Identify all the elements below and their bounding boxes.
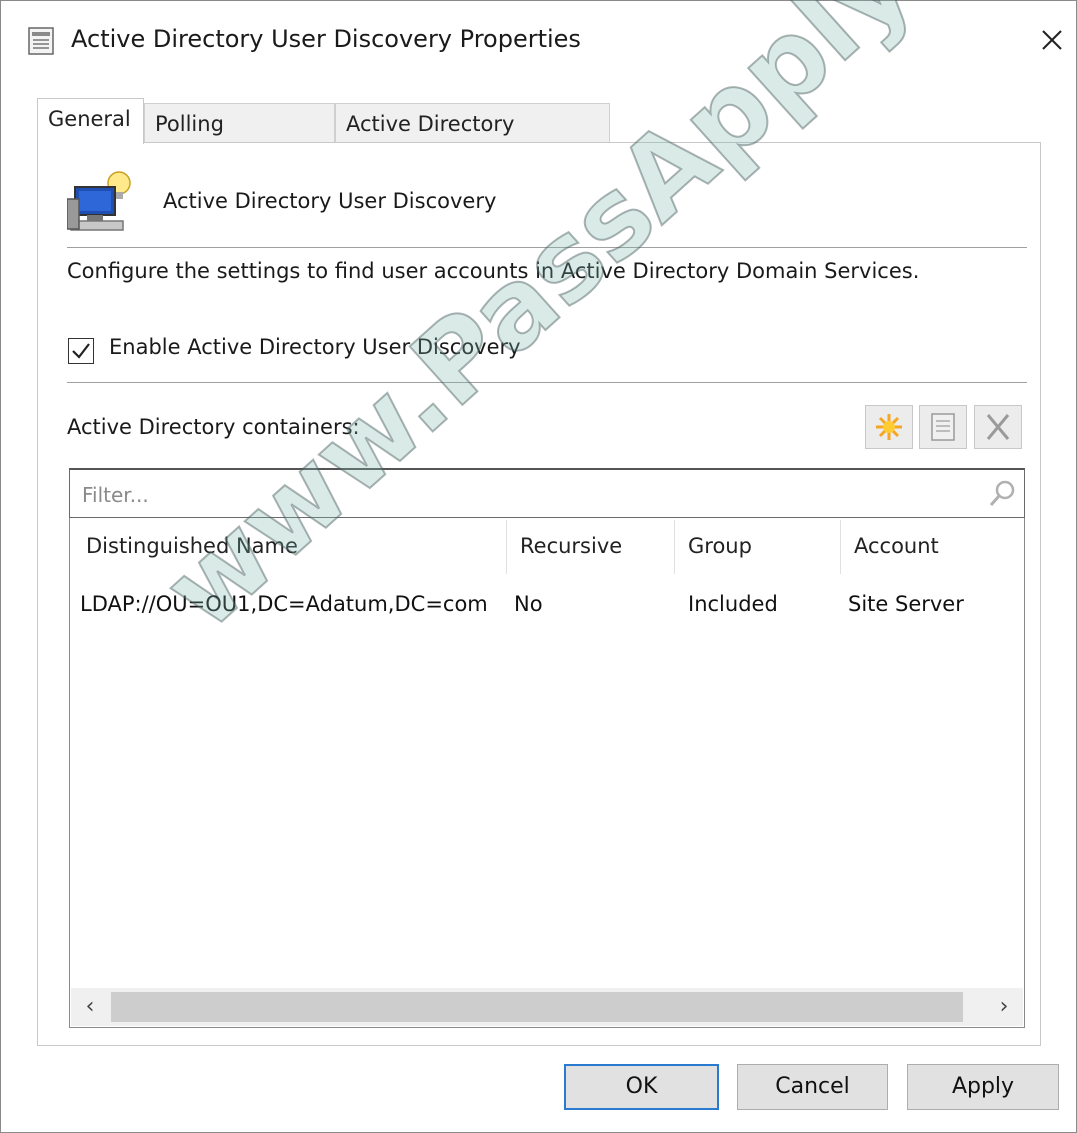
- scroll-left-icon[interactable]: ‹: [71, 988, 109, 1026]
- scroll-thumb[interactable]: [111, 992, 963, 1022]
- cancel-button[interactable]: Cancel: [737, 1064, 888, 1110]
- search-icon[interactable]: [986, 478, 1018, 512]
- delete-icon: [986, 414, 1010, 440]
- section-header: Active Directory User Discovery: [163, 189, 497, 213]
- window-title: Active Directory User Discovery Properti…: [71, 25, 581, 53]
- enable-discovery-checkbox[interactable]: [68, 338, 94, 364]
- new-icon: [876, 414, 902, 440]
- tab-general[interactable]: General: [37, 98, 144, 144]
- new-container-button[interactable]: [865, 405, 913, 449]
- column-header-distinguished-name[interactable]: Distinguished Name: [70, 518, 506, 574]
- horizontal-scrollbar[interactable]: ‹ ›: [71, 988, 1023, 1026]
- enable-discovery-label[interactable]: Enable Active Directory User Discovery: [109, 335, 521, 359]
- properties-icon: [28, 27, 54, 55]
- apply-button[interactable]: Apply: [907, 1064, 1059, 1110]
- column-header-account[interactable]: Account: [840, 518, 1024, 574]
- description-text: Configure the settings to find user acco…: [67, 259, 920, 283]
- filter-box: [69, 468, 1025, 518]
- containers-list: Distinguished Name Recursive Group Accou…: [69, 518, 1025, 1028]
- divider: [67, 247, 1027, 248]
- properties-icon: [931, 413, 955, 441]
- tab-active-directory-attributes[interactable]: Active Directory Attributes: [335, 103, 610, 176]
- cell-recursive: No: [514, 592, 543, 616]
- divider: [67, 382, 1027, 383]
- cell-distinguished-name: LDAP://OU=OU1,DC=Adatum,DC=com: [80, 592, 488, 616]
- ok-button[interactable]: OK: [564, 1064, 719, 1110]
- container-properties-button[interactable]: [919, 405, 967, 449]
- filter-input[interactable]: [80, 478, 964, 512]
- title-bar: Active Directory User Discovery Properti…: [1, 1, 1076, 81]
- cell-account: Site Server: [848, 592, 964, 616]
- close-icon[interactable]: [1031, 19, 1071, 59]
- discovery-icon: [67, 171, 131, 231]
- column-header-group[interactable]: Group: [674, 518, 840, 574]
- containers-label: Active Directory containers:: [67, 415, 360, 439]
- properties-dialog: Active Directory User Discovery Properti…: [0, 0, 1077, 1133]
- column-header-recursive[interactable]: Recursive: [506, 518, 674, 574]
- checkmark-icon: [72, 343, 90, 359]
- scroll-right-icon[interactable]: ›: [985, 988, 1023, 1026]
- cell-group: Included: [688, 592, 778, 616]
- delete-container-button[interactable]: [974, 405, 1022, 449]
- tab-polling-schedule[interactable]: Polling Schedule: [144, 103, 335, 176]
